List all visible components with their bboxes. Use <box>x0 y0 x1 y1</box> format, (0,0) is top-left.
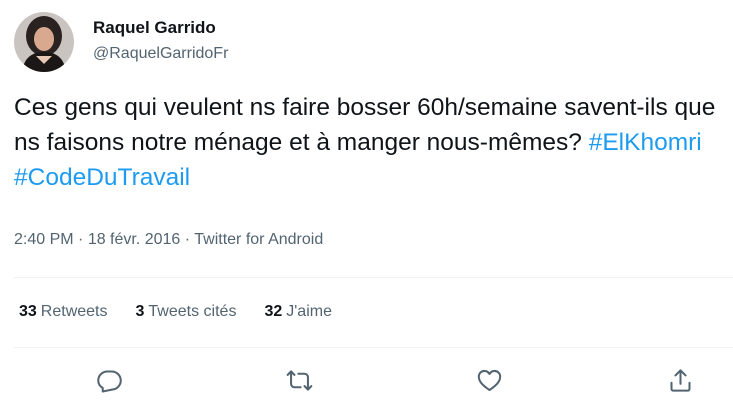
display-name[interactable]: Raquel Garrido <box>93 17 228 39</box>
tweet-header: Raquel Garrido @RaquelGarridoFr <box>14 12 228 72</box>
tweet-stats: 33 Retweets 3 Tweets cités 32 J'aime <box>19 301 360 323</box>
tweet-meta: 2:40 PM · 18 févr. 2016 · Twitter for An… <box>14 231 324 248</box>
share-button[interactable] <box>662 362 698 398</box>
hashtag-elkhomri[interactable]: #ElKhomri <box>589 129 702 156</box>
tweet-source[interactable]: Twitter for Android <box>194 231 323 248</box>
tweet-date[interactable]: 18 févr. 2016 <box>88 231 181 248</box>
avatar[interactable] <box>14 12 74 72</box>
quotes-stat[interactable]: 3 Tweets cités <box>136 301 237 323</box>
like-icon <box>477 369 501 391</box>
retweets-count: 33 <box>19 303 37 320</box>
like-button[interactable] <box>471 362 507 398</box>
divider <box>14 347 733 348</box>
share-icon <box>669 368 691 392</box>
tweet-text: Ces gens qui veulent ns faire bosser 60h… <box>14 90 726 195</box>
reply-icon <box>96 369 122 393</box>
retweet-button[interactable] <box>281 362 317 398</box>
tweet-card: Raquel Garrido @RaquelGarridoFr Ces gens… <box>0 0 733 418</box>
likes-stat[interactable]: 32 J'aime <box>264 301 332 323</box>
likes-count: 32 <box>264 303 283 320</box>
quotes-label: Tweets cités <box>148 303 237 320</box>
hashtag-codedutravail[interactable]: #CodeDuTravail <box>14 164 190 191</box>
user-handle[interactable]: @RaquelGarridoFr <box>93 43 228 65</box>
tweet-actions <box>0 362 733 398</box>
retweet-icon <box>286 369 312 391</box>
retweets-label: Retweets <box>40 303 108 320</box>
author-names: Raquel Garrido @RaquelGarridoFr <box>93 17 228 65</box>
divider <box>14 277 733 278</box>
likes-label: J'aime <box>286 303 332 320</box>
retweets-stat[interactable]: 33 Retweets <box>19 301 108 323</box>
tweet-time[interactable]: 2:40 PM <box>14 231 74 248</box>
reply-button[interactable] <box>91 362 127 398</box>
quotes-count: 3 <box>135 303 145 320</box>
